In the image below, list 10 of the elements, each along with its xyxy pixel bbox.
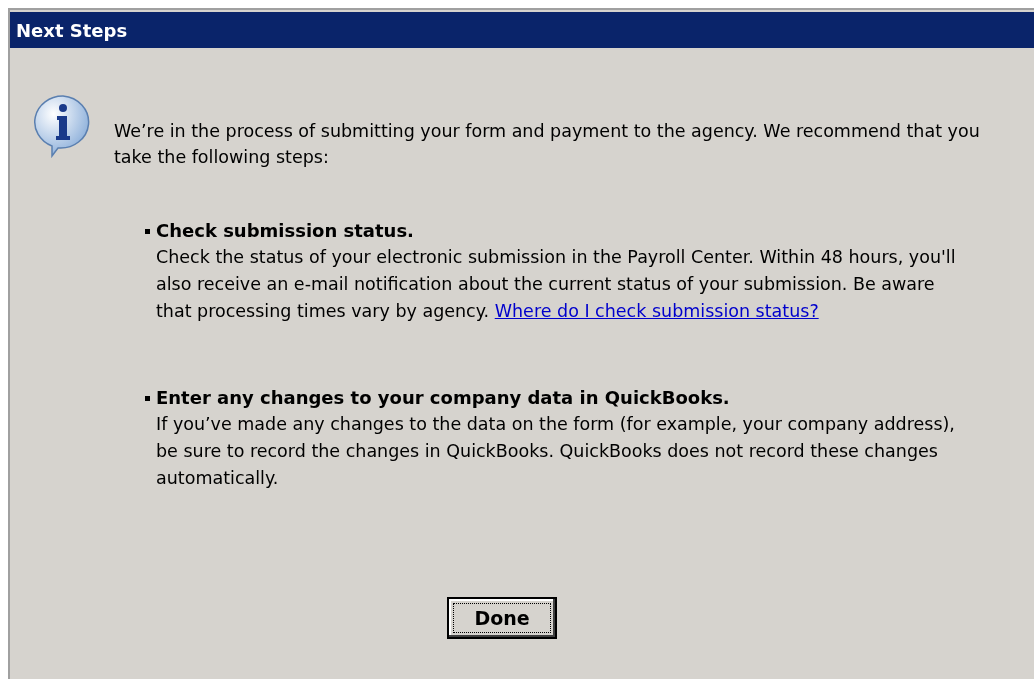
step-heading: Check submission status. (156, 219, 414, 243)
bullet-icon (145, 395, 150, 401)
help-link[interactable]: Where do I check submission status? (494, 301, 819, 321)
step-description: Check the status of your electronic submission in the Payroll Center. Within 48 hours, you'll also receive an e-mail notification about the current status of your submission. Be aware that processing times vary by agency. Where do I check submission status? (156, 246, 957, 323)
window-title: Next Steps (16, 18, 128, 43)
intro-text: We’re in the process of submitting your form and payment to the agency. We recommend that you take the following steps: (114, 120, 981, 169)
bullet-icon (145, 228, 150, 234)
done-button[interactable]: Done (447, 597, 557, 639)
step-heading: Enter any changes to your company data in QuickBooks. (156, 386, 730, 410)
step-description: If you’ve made any changes to the data on the form (for example, your company address), be sure to record the changes in QuickBooks. QuickBooks does not record these changes automatically. (156, 413, 956, 490)
